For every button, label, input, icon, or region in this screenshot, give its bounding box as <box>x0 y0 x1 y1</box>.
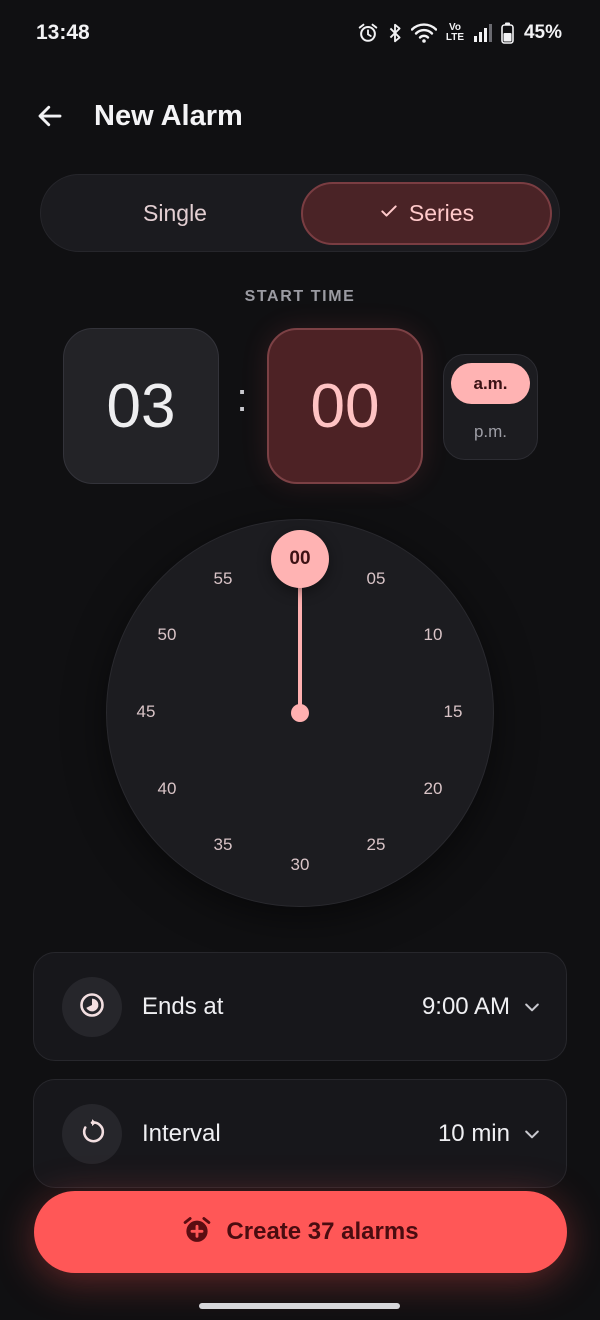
interval-label: Interval <box>142 1120 221 1147</box>
start-time-label: START TIME <box>244 288 356 305</box>
am-button[interactable]: a.m. <box>451 363 530 404</box>
back-button[interactable] <box>28 96 72 140</box>
segment-series[interactable]: Series <box>301 182 552 245</box>
timelapse-icon <box>78 991 106 1024</box>
pm-button[interactable]: p.m. <box>451 411 530 452</box>
dial-number-25[interactable]: 25 <box>356 833 396 857</box>
bluetooth-icon <box>387 22 403 44</box>
minute-dial[interactable]: 05 10 15 20 25 30 35 40 45 50 55 00 <box>106 519 494 907</box>
create-alarms-button[interactable]: Create 37 alarms <box>34 1191 567 1273</box>
page-title: New Alarm <box>94 100 243 132</box>
segment-series-label: Series <box>408 200 475 226</box>
volte-icon: Vo LTE <box>445 23 465 43</box>
segment-single-label: Single <box>143 199 207 226</box>
dial-number-15[interactable]: 15 <box>433 700 473 724</box>
status-bar: 13:48 Vo LTE 45% <box>0 0 600 66</box>
minute-input[interactable]: 00 <box>267 328 423 484</box>
signal-icon <box>473 23 493 43</box>
ends-at-value: 9:00 AM <box>421 993 510 1020</box>
chevron-down-icon <box>522 1124 542 1149</box>
dial-center-dot <box>291 704 309 722</box>
restart-icon <box>78 1118 106 1151</box>
interval-row[interactable]: Interval 10 min <box>33 1079 567 1188</box>
dial-number-35[interactable]: 35 <box>203 833 243 857</box>
hour-input[interactable]: 03 <box>63 328 219 484</box>
alarm-add-icon <box>182 1215 212 1250</box>
ends-at-label: Ends at <box>142 993 224 1020</box>
interval-value: 10 min <box>437 1120 510 1147</box>
check-icon <box>379 200 399 227</box>
battery-icon <box>501 22 514 44</box>
chevron-down-icon <box>522 997 542 1022</box>
ends-at-row[interactable]: Ends at 9:00 AM <box>33 952 567 1061</box>
alarm-icon <box>357 22 379 44</box>
mode-segmented-control: Single Series <box>40 174 560 252</box>
wifi-icon <box>410 23 437 43</box>
status-icons: Vo LTE 45% <box>357 18 562 48</box>
dial-number-45[interactable]: 45 <box>126 700 166 724</box>
arrow-left-icon <box>35 101 65 136</box>
dial-number-50[interactable]: 50 <box>147 623 187 647</box>
volte-bottom-label: LTE <box>445 32 465 43</box>
dial-number-20[interactable]: 20 <box>413 777 453 801</box>
home-indicator[interactable] <box>199 1303 400 1309</box>
app-bar: New Alarm <box>0 86 600 150</box>
dial-number-55[interactable]: 55 <box>203 567 243 591</box>
dial-number-30[interactable]: 30 <box>280 853 320 877</box>
segment-single[interactable]: Single <box>47 181 303 245</box>
time-separator: : <box>236 376 248 420</box>
create-alarms-label: Create 37 alarms <box>226 1218 419 1245</box>
battery-percent: 45% <box>523 22 562 43</box>
card-icon-container <box>62 977 122 1037</box>
dial-number-05[interactable]: 05 <box>356 567 396 591</box>
dial-number-40[interactable]: 40 <box>147 777 187 801</box>
period-toggle: a.m. p.m. <box>443 354 538 460</box>
dial-number-10[interactable]: 10 <box>413 623 453 647</box>
status-time: 13:48 <box>36 21 90 44</box>
dial-selected-number[interactable]: 00 <box>271 530 329 588</box>
card-icon-container <box>62 1104 122 1164</box>
